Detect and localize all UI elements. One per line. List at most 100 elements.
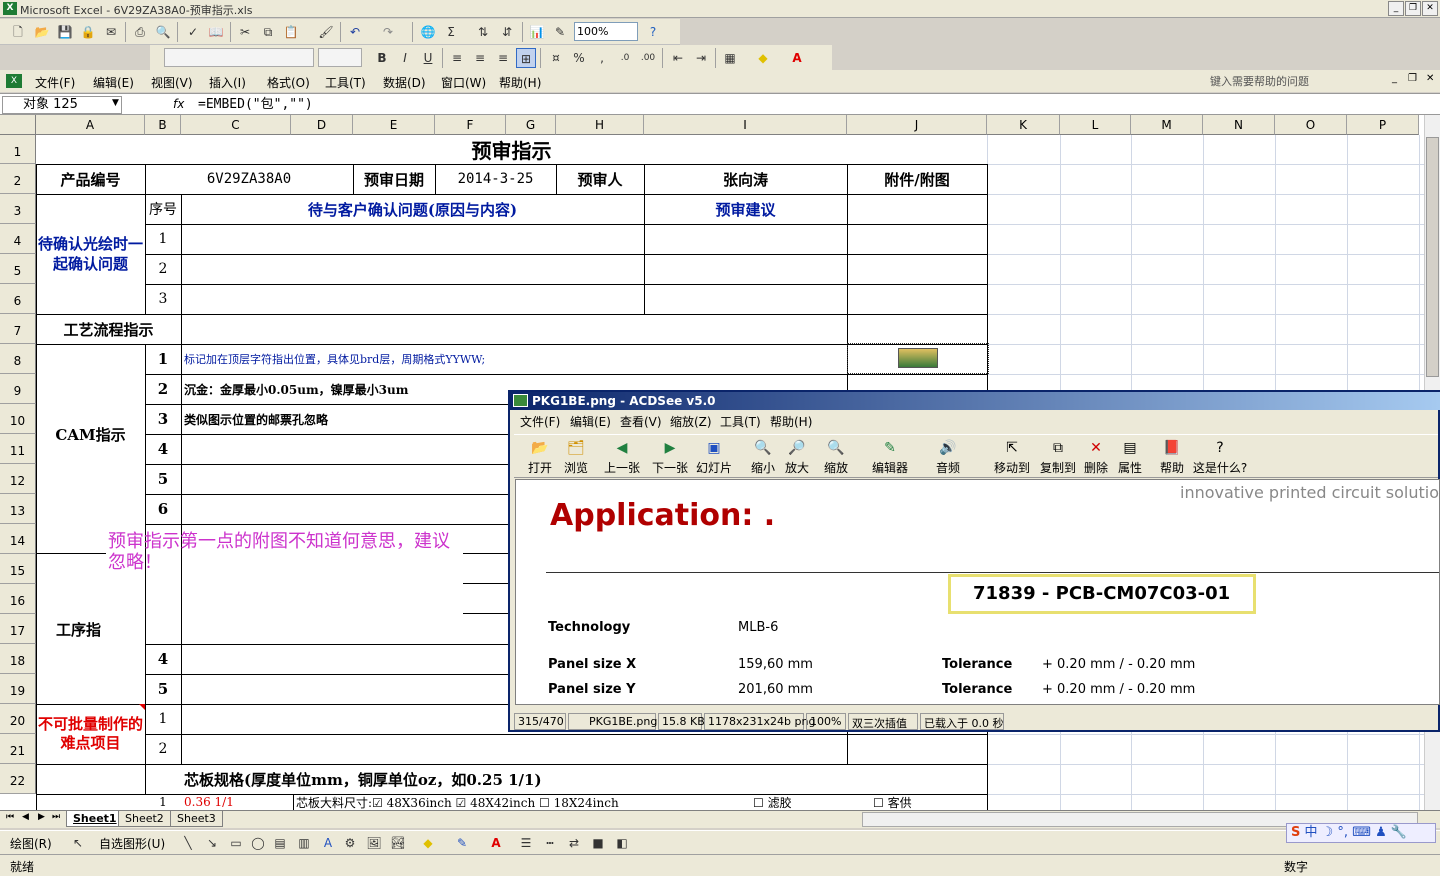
- new-icon[interactable]: 🗋: [8, 22, 28, 42]
- acd-open-button[interactable]: 📂 打开: [522, 435, 558, 479]
- undo-icon[interactable]: ↶: [345, 22, 365, 42]
- comma-icon[interactable]: ,: [592, 48, 612, 68]
- permission-icon[interactable]: 🔒: [78, 22, 98, 42]
- row-header-8[interactable]: 8: [0, 344, 36, 374]
- arrow-icon[interactable]: ↘: [202, 833, 222, 853]
- help-icon[interactable]: ?: [643, 22, 663, 42]
- line-style-icon[interactable]: ☰: [516, 833, 536, 853]
- acd-browse-button[interactable]: 🗂 浏览: [558, 435, 594, 479]
- row-header-6[interactable]: 6: [0, 284, 36, 314]
- acd-menu-zoom[interactable]: 缩放(Z): [670, 413, 712, 430]
- minimize-icon[interactable]: _: [1388, 1, 1404, 16]
- sort-desc-icon[interactable]: ⇵: [497, 22, 517, 42]
- acd-prev-button[interactable]: ◀ 上一张: [600, 435, 644, 479]
- column-header-H[interactable]: H: [556, 115, 644, 135]
- restore-icon[interactable]: ❐: [1405, 1, 1421, 16]
- wordart-icon[interactable]: A: [318, 833, 338, 853]
- menu-file[interactable]: 文件(F): [35, 74, 75, 91]
- sheet-tab-2[interactable]: Sheet2: [118, 811, 171, 827]
- acd-audio-button[interactable]: 🔊 音频: [928, 435, 968, 479]
- row-header-18[interactable]: 18: [0, 644, 36, 674]
- row-header-20[interactable]: 20: [0, 704, 36, 734]
- acd-zoom-out-button[interactable]: 🔍 缩小: [746, 435, 780, 479]
- draw-menu-button[interactable]: 绘图(R): [10, 835, 52, 852]
- increase-decimal-icon[interactable]: .0: [615, 48, 635, 68]
- open-icon[interactable]: 📂: [32, 22, 52, 42]
- dash-style-icon[interactable]: ┅: [540, 833, 560, 853]
- ime-toolbar[interactable]: S 中 ☽ °, ⌨ ♟ 🔧: [1286, 823, 1436, 843]
- row-header-22[interactable]: 22: [0, 764, 36, 794]
- column-header-J[interactable]: J: [847, 115, 987, 135]
- select-pointer-icon[interactable]: ↖: [68, 833, 88, 853]
- acd-help-button[interactable]: 📕 帮助: [1156, 435, 1188, 479]
- line-icon[interactable]: ╲: [178, 833, 198, 853]
- tab-first-icon[interactable]: ⏮: [6, 812, 14, 822]
- acd-properties-button[interactable]: ▤ 属性: [1114, 435, 1146, 479]
- column-header-M[interactable]: M: [1131, 115, 1203, 135]
- vertical-scroll-thumb[interactable]: [1426, 137, 1439, 377]
- autoshapes-button[interactable]: 自选图形(U): [99, 835, 165, 852]
- acd-copy-button[interactable]: ⧉ 复制到: [1036, 435, 1080, 479]
- column-header-I[interactable]: I: [644, 115, 847, 135]
- acd-menu-view[interactable]: 查看(V): [620, 413, 662, 430]
- row-header-11[interactable]: 11: [0, 434, 36, 464]
- format-painter-icon[interactable]: 🖌: [316, 22, 336, 42]
- menu-insert[interactable]: 插入(I): [209, 74, 246, 91]
- row-header-3[interactable]: 3: [0, 194, 36, 224]
- email-icon[interactable]: ✉: [101, 22, 121, 42]
- acd-zoom-in-button[interactable]: 🔎 放大: [780, 435, 814, 479]
- column-header-K[interactable]: K: [987, 115, 1060, 135]
- decrease-indent-icon[interactable]: ⇤: [668, 48, 688, 68]
- chart-wizard-icon[interactable]: 📊: [527, 22, 547, 42]
- percent-icon[interactable]: %: [569, 48, 589, 68]
- column-header-D[interactable]: D: [291, 115, 353, 135]
- acd-delete-button[interactable]: ✕ 删除: [1080, 435, 1112, 479]
- row-header-4[interactable]: 4: [0, 224, 36, 254]
- row-header-12[interactable]: 12: [0, 464, 36, 494]
- bold-icon[interactable]: B: [372, 48, 392, 68]
- acd-menu-help[interactable]: 帮助(H): [770, 413, 812, 430]
- textbox-icon[interactable]: ▤: [270, 833, 290, 853]
- formula-input[interactable]: =EMBED("包",""): [198, 96, 313, 114]
- row-header-17[interactable]: 17: [0, 614, 36, 644]
- spelling-icon[interactable]: ✓: [183, 22, 203, 42]
- align-center-icon[interactable]: ≡: [470, 48, 490, 68]
- function-icon[interactable]: fx: [173, 97, 184, 111]
- font-color-icon[interactable]: A: [787, 48, 807, 68]
- fill-color-draw-icon[interactable]: ◆: [418, 833, 438, 853]
- borders-icon[interactable]: ▦: [720, 48, 740, 68]
- menu-edit[interactable]: 编辑(E): [93, 74, 134, 91]
- currency-icon[interactable]: ¤: [546, 48, 566, 68]
- column-header-G[interactable]: G: [506, 115, 556, 135]
- workbook-icon[interactable]: X: [6, 74, 22, 88]
- column-header-E[interactable]: E: [353, 115, 435, 135]
- cut-icon[interactable]: ✂: [235, 22, 255, 42]
- sheet-tab-1[interactable]: Sheet1: [66, 811, 124, 827]
- row-header-1[interactable]: 1: [0, 135, 36, 164]
- acd-slideshow-button[interactable]: ▣ 幻灯片: [694, 435, 734, 479]
- column-header-O[interactable]: O: [1275, 115, 1347, 135]
- sheet-tab-3[interactable]: Sheet3: [170, 811, 223, 827]
- row-header-9[interactable]: 9: [0, 374, 36, 404]
- doc-minimize-icon[interactable]: _: [1392, 73, 1397, 84]
- oval-icon[interactable]: ◯: [248, 833, 268, 853]
- help-question-input[interactable]: 键入需要帮助的问题: [1210, 73, 1386, 89]
- paste-icon[interactable]: 📋: [281, 22, 301, 42]
- row-header-13[interactable]: 13: [0, 494, 36, 524]
- align-left-icon[interactable]: ≡: [447, 48, 467, 68]
- menu-view[interactable]: 视图(V): [151, 74, 193, 91]
- acd-menu-tools[interactable]: 工具(T): [720, 413, 761, 430]
- acd-menu-file[interactable]: 文件(F): [520, 413, 560, 430]
- acdsee-window[interactable]: PKG1BE.png - ACDSee v5.0 文件(F) 编辑(E) 查看(…: [508, 390, 1440, 732]
- tab-prev-icon[interactable]: ◀: [22, 812, 29, 822]
- acd-move-button[interactable]: ⇱ 移动到: [990, 435, 1034, 479]
- tab-last-icon[interactable]: ⏭: [52, 812, 60, 822]
- row-header-2[interactable]: 2: [0, 164, 36, 194]
- embedded-object[interactable]: [847, 343, 989, 374]
- zoom-select[interactable]: 100%: [574, 22, 638, 41]
- autosum-icon[interactable]: Σ: [441, 22, 461, 42]
- row-header-14[interactable]: 14: [0, 524, 36, 554]
- acd-menu-edit[interactable]: 编辑(E): [570, 413, 611, 430]
- picture-icon[interactable]: 🏞: [388, 833, 408, 853]
- font-size-select[interactable]: [318, 48, 362, 67]
